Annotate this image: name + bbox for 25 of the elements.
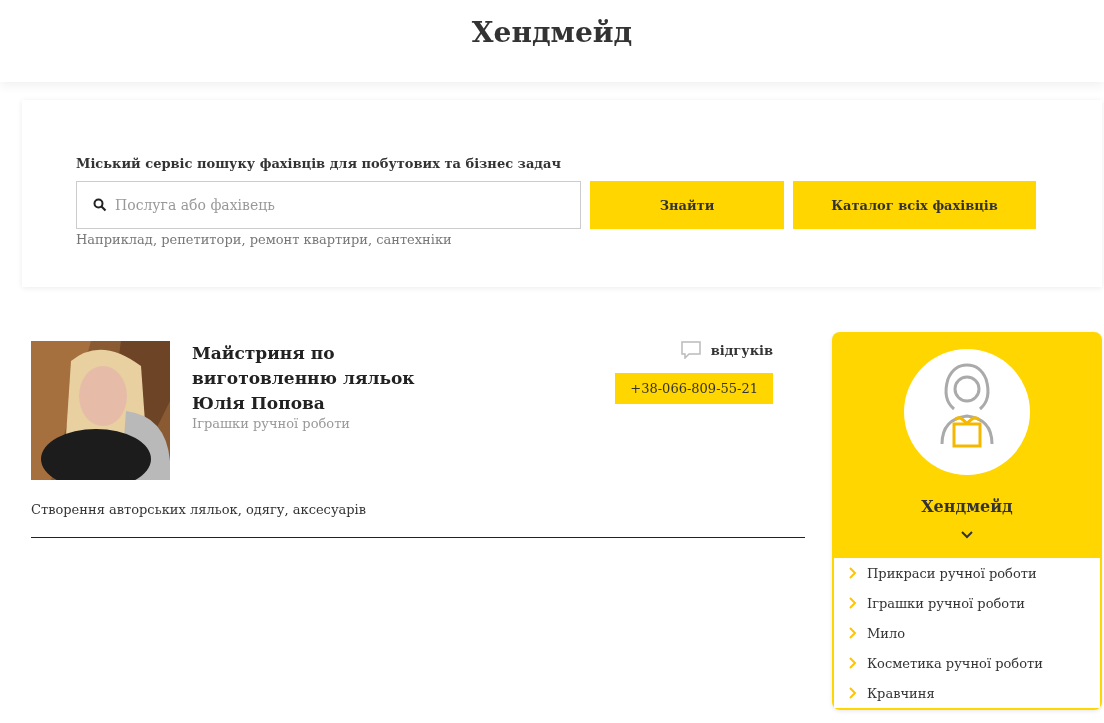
chevron-right-icon xyxy=(848,656,858,670)
tagline: Міський сервіс пошуку фахівців для побутових та бізнес задач xyxy=(76,156,562,171)
category-title: Хендмейд xyxy=(921,497,1013,516)
search-hint: Наприклад, репетитори, ремонт квартири, сантехніки xyxy=(76,232,453,247)
catalog-button[interactable]: Каталог всіх фахівців xyxy=(793,181,1036,229)
search-icon xyxy=(93,198,107,212)
page-title: Хендмейд xyxy=(471,15,633,51)
phone-button[interactable]: +38-066-809-55-21 xyxy=(615,373,773,404)
chevron-right-icon xyxy=(848,626,858,640)
subcategory-link[interactable]: Іграшки ручної роботи xyxy=(834,588,1100,618)
specialist-description: Створення авторських ляльок, одягу, аксесуарів xyxy=(31,502,805,538)
subcategory-link[interactable]: Мило xyxy=(834,618,1100,648)
subcategory-link[interactable]: Прикраси ручної роботи xyxy=(834,558,1100,588)
search-field[interactable]: Послуга або фахівець xyxy=(76,181,581,229)
find-button[interactable]: Знайти xyxy=(590,181,784,229)
chevron-right-icon xyxy=(848,686,858,700)
chevron-right-icon xyxy=(848,596,858,610)
reviews-label: відгуків xyxy=(710,342,773,358)
chevron-right-icon xyxy=(848,566,858,580)
speech-bubble-icon xyxy=(680,341,701,359)
subcategory-link[interactable]: Косметика ручної роботи xyxy=(834,648,1100,678)
specialist-name[interactable]: Майстриня по виготовленню ляльок Юлія Попова xyxy=(192,341,452,416)
specialist-category: Іграшки ручної роботи xyxy=(192,416,352,431)
subcategory-link[interactable]: Кравчиня xyxy=(834,678,1100,708)
chevron-down-icon[interactable] xyxy=(960,530,974,540)
